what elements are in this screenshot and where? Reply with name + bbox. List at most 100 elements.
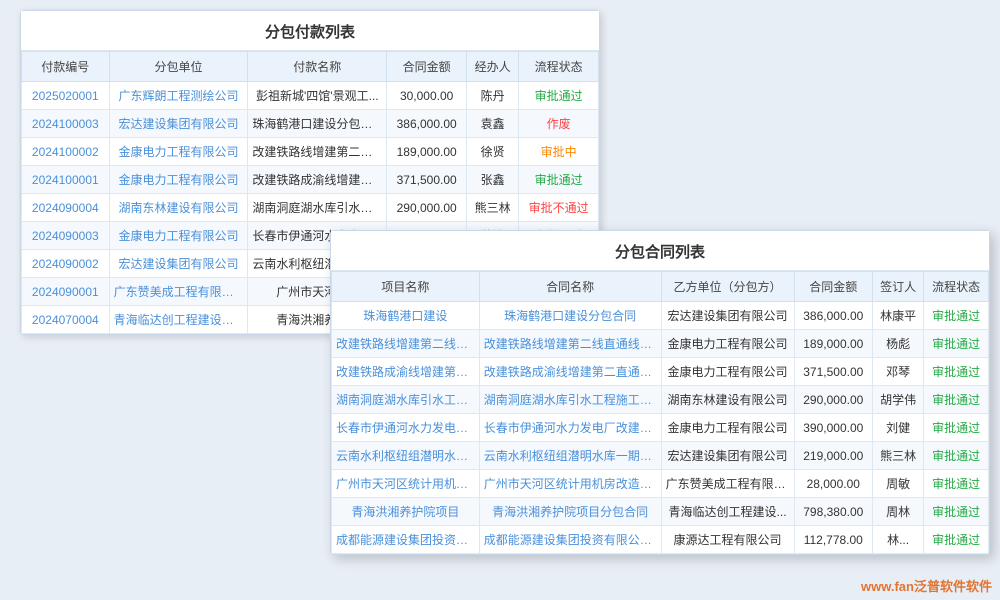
- table-cell[interactable]: 2024070004: [22, 306, 110, 334]
- table-cell: 386,000.00: [387, 110, 467, 138]
- table-cell[interactable]: 宏达建设集团有限公司: [109, 250, 248, 278]
- table-cell: 290,000.00: [794, 386, 872, 414]
- table-cell: 审批通过: [924, 414, 989, 442]
- table-cell: 审批通过: [924, 470, 989, 498]
- contract-table-header: 项目名称合同名称乙方单位（分包方）合同金额签订人流程状态: [332, 272, 989, 302]
- table-cell[interactable]: 成都能源建设集团投资有限公司...: [332, 526, 480, 554]
- table-cell[interactable]: 珠海鹤港口建设: [332, 302, 480, 330]
- table-cell: 审批通过: [924, 498, 989, 526]
- table-cell: 审批不通过: [519, 194, 599, 222]
- table-cell[interactable]: 青海洪湘养护院项目分包合同: [479, 498, 661, 526]
- table-row: 湖南洞庭湖水库引水工程施工标湖南洞庭湖水库引水工程施工标分包合同湖南东林建设有限…: [332, 386, 989, 414]
- watermark: www.fan泛普软件软件: [861, 576, 992, 595]
- table-cell[interactable]: 2025020001: [22, 82, 110, 110]
- table-cell[interactable]: 广州市天河区统计用机房改造项目: [332, 470, 480, 498]
- table-cell[interactable]: 改建铁路成渝线增建第二直通线...: [332, 358, 480, 386]
- table-cell: 广东赞美成工程有限公司: [661, 470, 794, 498]
- column-header: 签订人: [873, 272, 924, 302]
- table-cell[interactable]: 广州市天河区统计用机房改造项目分包...: [479, 470, 661, 498]
- table-cell: 审批通过: [924, 386, 989, 414]
- table-cell: 金康电力工程有限公司: [661, 414, 794, 442]
- table-cell: 康源达工程有限公司: [661, 526, 794, 554]
- contract-table-body: 珠海鹤港口建设珠海鹤港口建设分包合同宏达建设集团有限公司386,000.00林康…: [332, 302, 989, 554]
- column-header: 乙方单位（分包方）: [661, 272, 794, 302]
- table-cell: 刘健: [873, 414, 924, 442]
- table-cell: 审批中: [519, 138, 599, 166]
- table-cell: 邓琴: [873, 358, 924, 386]
- table-row: 长春市伊通河水力发电厂改建工程长春市伊通河水力发电厂改建工程分包...金康电力工…: [332, 414, 989, 442]
- table-cell: 宏达建设集团有限公司: [661, 302, 794, 330]
- table-cell[interactable]: 金康电力工程有限公司: [109, 166, 248, 194]
- table-cell: 审批通过: [519, 166, 599, 194]
- table-row: 2024090004湖南东林建设有限公司湖南洞庭湖水库引水工...290,000…: [22, 194, 599, 222]
- table-cell[interactable]: 长春市伊通河水力发电厂改建工程: [332, 414, 480, 442]
- table-cell: 宏达建设集团有限公司: [661, 442, 794, 470]
- table-cell: 390,000.00: [794, 414, 872, 442]
- table-cell: 审批通过: [924, 358, 989, 386]
- table-cell: 张鑫: [467, 166, 519, 194]
- table-cell[interactable]: 2024090004: [22, 194, 110, 222]
- table-row: 广州市天河区统计用机房改造项目广州市天河区统计用机房改造项目分包...广东赞美成…: [332, 470, 989, 498]
- contract-list-title: 分包合同列表: [331, 231, 989, 271]
- contract-table: 项目名称合同名称乙方单位（分包方）合同金额签订人流程状态 珠海鹤港口建设珠海鹤港…: [331, 271, 989, 554]
- table-cell[interactable]: 成都能源建设集团投资有限公司临时办...: [479, 526, 661, 554]
- table-cell: 798,380.00: [794, 498, 872, 526]
- table-cell[interactable]: 改建铁路线增建第二线直通线（...: [332, 330, 480, 358]
- table-cell: 审批通过: [519, 82, 599, 110]
- table-cell[interactable]: 云南水利枢纽组潜明水库一期工程施工标...: [479, 442, 661, 470]
- table-cell: 熊三林: [467, 194, 519, 222]
- column-header: 付款编号: [22, 52, 110, 82]
- table-row: 成都能源建设集团投资有限公司...成都能源建设集团投资有限公司临时办...康源达…: [332, 526, 989, 554]
- table-cell[interactable]: 湖南洞庭湖水库引水工程施工标分包合同: [479, 386, 661, 414]
- column-header: 分包单位: [109, 52, 248, 82]
- table-cell: 28,000.00: [794, 470, 872, 498]
- table-cell[interactable]: 2024090003: [22, 222, 110, 250]
- table-cell[interactable]: 2024100001: [22, 166, 110, 194]
- table-cell: 审批通过: [924, 526, 989, 554]
- table-row: 2025020001广东辉朗工程测绘公司彭祖新城'四馆'景观工...30,000…: [22, 82, 599, 110]
- table-cell: 审批通过: [924, 442, 989, 470]
- table-cell[interactable]: 长春市伊通河水力发电厂改建工程分包...: [479, 414, 661, 442]
- table-cell[interactable]: 金康电力工程有限公司: [109, 222, 248, 250]
- table-cell: 金康电力工程有限公司: [661, 358, 794, 386]
- table-cell: 改建铁路成渝线增建第...: [248, 166, 387, 194]
- table-cell: 湖南洞庭湖水库引水工...: [248, 194, 387, 222]
- table-cell: 胡学伟: [873, 386, 924, 414]
- table-cell[interactable]: 改建铁路线增建第二线直通线（成都-西...: [479, 330, 661, 358]
- table-cell[interactable]: 2024090001: [22, 278, 110, 306]
- table-cell[interactable]: 青海临达创工程建设有...: [109, 306, 248, 334]
- table-cell[interactable]: 青海洪湘养护院项目: [332, 498, 480, 526]
- payment-list-title: 分包付款列表: [21, 11, 599, 51]
- table-cell[interactable]: 云南水利枢纽组潜明水库一期工程...: [332, 442, 480, 470]
- column-header: 项目名称: [332, 272, 480, 302]
- table-cell[interactable]: 珠海鹤港口建设分包合同: [479, 302, 661, 330]
- table-cell[interactable]: 2024090002: [22, 250, 110, 278]
- table-cell: 珠海鹤港口建设分包合...: [248, 110, 387, 138]
- table-cell[interactable]: 2024100002: [22, 138, 110, 166]
- table-cell: 林康平: [873, 302, 924, 330]
- table-cell: 改建铁路线增建第二线...: [248, 138, 387, 166]
- table-cell[interactable]: 广东赞美成工程有限公司: [109, 278, 248, 306]
- table-cell: 371,500.00: [794, 358, 872, 386]
- table-row: 青海洪湘养护院项目青海洪湘养护院项目分包合同青海临达创工程建设...798,38…: [332, 498, 989, 526]
- table-cell[interactable]: 金康电力工程有限公司: [109, 138, 248, 166]
- table-row: 2024100003宏达建设集团有限公司珠海鹤港口建设分包合...386,000…: [22, 110, 599, 138]
- table-cell[interactable]: 湖南洞庭湖水库引水工程施工标: [332, 386, 480, 414]
- table-cell: 219,000.00: [794, 442, 872, 470]
- table-cell[interactable]: 湖南东林建设有限公司: [109, 194, 248, 222]
- payment-table-header: 付款编号分包单位付款名称合同金额经办人流程状态: [22, 52, 599, 82]
- table-row: 2024100002金康电力工程有限公司改建铁路线增建第二线...189,000…: [22, 138, 599, 166]
- table-cell: 袁鑫: [467, 110, 519, 138]
- table-cell: 青海临达创工程建设...: [661, 498, 794, 526]
- table-cell: 彭祖新城'四馆'景观工...: [248, 82, 387, 110]
- table-cell: 徐贤: [467, 138, 519, 166]
- table-cell[interactable]: 2024100003: [22, 110, 110, 138]
- column-header: 合同金额: [794, 272, 872, 302]
- table-cell: 112,778.00: [794, 526, 872, 554]
- table-cell[interactable]: 宏达建设集团有限公司: [109, 110, 248, 138]
- table-row: 2024100001金康电力工程有限公司改建铁路成渝线增建第...371,500…: [22, 166, 599, 194]
- table-cell: 陈丹: [467, 82, 519, 110]
- table-cell[interactable]: 广东辉朗工程测绘公司: [109, 82, 248, 110]
- column-header: 合同金额: [387, 52, 467, 82]
- table-cell[interactable]: 改建铁路成渝线增建第二直通线（成渝...: [479, 358, 661, 386]
